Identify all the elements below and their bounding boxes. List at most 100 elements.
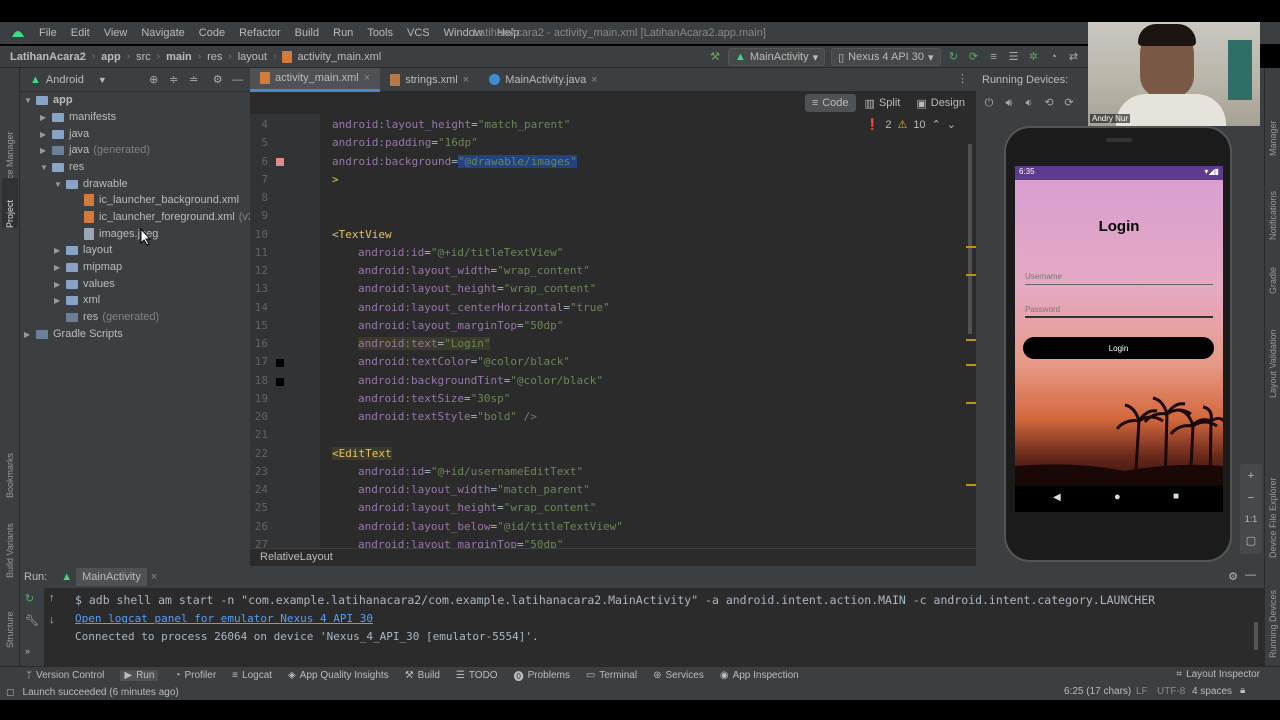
menu-code[interactable]: Code	[196, 27, 228, 39]
menu-tools[interactable]: Tools	[364, 27, 396, 39]
terminal-tab[interactable]: ▭ Terminal	[586, 670, 637, 681]
tab-activity-main-xml[interactable]: activity_main.xml ×	[250, 67, 381, 92]
wrench-icon[interactable]: 🔧︎	[25, 614, 39, 627]
tree-item-ic-launcher-background[interactable]: ic_launcher_background.xml	[84, 192, 239, 208]
crumb-res[interactable]: res	[207, 51, 222, 63]
code-mode-button[interactable]: ≡ Code	[804, 94, 856, 112]
volume-up-icon[interactable]: 🔊︎	[1002, 96, 1016, 110]
run-list-icon[interactable]: ≡	[987, 50, 1001, 64]
recents-icon[interactable]: ■	[1173, 491, 1179, 502]
tree-item-manifests[interactable]: ▶ manifests	[40, 109, 116, 125]
build-tab[interactable]: ⚒ Build	[405, 670, 440, 681]
minimize-icon[interactable]: —	[1245, 569, 1256, 581]
gear-icon[interactable]: ⚙	[1228, 570, 1238, 583]
menu-view[interactable]: View	[101, 27, 131, 39]
tree-item-java[interactable]: ▶ java	[40, 126, 89, 142]
zoom-out-icon[interactable]: −	[1248, 492, 1254, 504]
menu-run[interactable]: Run	[330, 27, 356, 39]
app-inspection-tab[interactable]: ◉ App Inspection	[720, 670, 799, 681]
gutter-color-swatch-icon[interactable]	[276, 359, 284, 368]
tree-item-gradle-scripts[interactable]: ▶ Gradle Scripts	[24, 326, 123, 342]
todo-tab[interactable]: ☰ TODO	[456, 670, 498, 681]
tree-item-values[interactable]: ▶ values	[54, 276, 115, 292]
tree-item-ic-launcher-foreground[interactable]: ic_launcher_foreground.xml(v24)	[84, 209, 264, 225]
run-tab[interactable]: ▶ Run	[120, 670, 159, 681]
layout-validation-tab[interactable]: Layout Validation	[1268, 330, 1278, 398]
line-separator[interactable]: LF	[1136, 686, 1148, 697]
volume-down-icon[interactable]: 🔉︎	[1022, 96, 1036, 110]
emulator-screen[interactable]: 6:35 ▾◢▮ Login Username Password Login ◀…	[1015, 166, 1223, 512]
debug-list-icon[interactable]: ☰	[1007, 50, 1021, 64]
tree-item-res-generated[interactable]: res (generated)	[54, 309, 159, 325]
arrow-up-icon[interactable]: ↑	[49, 592, 55, 604]
rerun-icon[interactable]: ↻	[25, 592, 34, 605]
more-tabs-icon[interactable]: ⋮	[957, 72, 968, 85]
run-config-tab[interactable]: MainActivity	[76, 568, 147, 586]
status-square-icon[interactable]: ▢	[6, 687, 15, 698]
crumb-project[interactable]: LatihanAcara2	[10, 51, 86, 63]
chevron-down-icon[interactable]: ▼	[98, 75, 107, 85]
crumb-file[interactable]: activity_main.xml	[297, 51, 381, 63]
layout-inspector-tab[interactable]: ⌗ Layout Inspector	[1176, 669, 1260, 680]
rotate-right-icon[interactable]: ⟳	[1062, 96, 1076, 110]
gutter-color-swatch-icon[interactable]	[276, 377, 284, 386]
split-mode-button[interactable]: ▥ Split	[858, 94, 908, 112]
crumb-app[interactable]: app	[101, 51, 121, 63]
gear-icon[interactable]: ⚙	[211, 73, 225, 87]
expand-all-icon[interactable]: ≑	[167, 73, 181, 87]
console-scrollbar[interactable]	[1254, 622, 1258, 650]
profiler-tab[interactable]: ◔ Profiler	[174, 670, 216, 681]
apply-changes-icon[interactable]: ⟳	[967, 50, 981, 64]
crumb-layout[interactable]: layout	[238, 51, 267, 63]
more-icon[interactable]: »	[25, 646, 30, 656]
back-icon[interactable]: ◀	[1053, 492, 1061, 503]
tree-item-drawable[interactable]: ▼ drawable	[54, 176, 128, 192]
username-edittext[interactable]: Username	[1025, 270, 1213, 285]
indent-setting[interactable]: 4 spaces	[1192, 686, 1232, 697]
close-icon[interactable]: ×	[151, 571, 157, 583]
menu-file[interactable]: File	[36, 27, 60, 39]
version-control-tab[interactable]: ᛘ Version Control	[26, 670, 104, 681]
target-icon[interactable]: ⊕	[147, 73, 161, 87]
hammer-icon[interactable]: ⚒	[708, 50, 722, 64]
tree-item-res[interactable]: ▼ res	[40, 159, 84, 175]
lock-icon[interactable]: 🔒︎	[1240, 685, 1245, 696]
tree-item-xml[interactable]: ▶ xml	[54, 292, 100, 308]
running-devices-tab[interactable]: Running Devices	[1268, 590, 1278, 658]
open-logcat-link[interactable]: Open logcat panel for emulator Nexus 4 A…	[75, 612, 373, 625]
file-encoding[interactable]: UTF-8	[1157, 686, 1185, 697]
tree-item-mipmap[interactable]: ▶ mipmap	[54, 259, 122, 275]
bookmarks-tab[interactable]: Bookmarks	[5, 453, 15, 498]
collapse-all-icon[interactable]: ≐	[187, 73, 201, 87]
debug-icon[interactable]: ✲	[1027, 50, 1041, 64]
project-view-select[interactable]: Android	[46, 74, 84, 86]
gradle-tab[interactable]: Gradle	[1268, 267, 1278, 294]
logcat-tab[interactable]: ≡ Logcat	[232, 670, 272, 681]
close-icon[interactable]: ×	[591, 74, 597, 86]
fit-screen-icon[interactable]: ▢	[1246, 534, 1256, 547]
login-button[interactable]: Login	[1023, 337, 1214, 359]
menu-navigate[interactable]: Navigate	[138, 27, 187, 39]
structure-tab[interactable]: Structure	[5, 611, 15, 648]
minimize-icon[interactable]: —	[231, 73, 245, 87]
tab-strings-xml[interactable]: strings.xml ×	[380, 68, 479, 92]
zoom-actual-size[interactable]: 1:1	[1245, 514, 1258, 524]
services-tab[interactable]: ⊛ Services	[653, 670, 704, 681]
menu-edit[interactable]: Edit	[68, 27, 93, 39]
close-icon[interactable]: ×	[364, 72, 370, 84]
status-message[interactable]: Launch succeeded (6 minutes ago)	[23, 687, 179, 698]
power-icon[interactable]: ⏻	[982, 96, 996, 110]
gutter-image-preview-icon[interactable]	[276, 157, 284, 166]
build-variants-tab[interactable]: Build Variants	[5, 523, 15, 578]
app-quality-insights-tab[interactable]: ◈ App Quality Insights	[288, 670, 389, 681]
zoom-in-icon[interactable]: +	[1248, 470, 1254, 482]
menu-refactor[interactable]: Refactor	[236, 27, 284, 39]
manager-tab[interactable]: Manager	[1268, 120, 1278, 156]
crumb-main[interactable]: main	[166, 51, 192, 63]
tab-mainactivity-java[interactable]: MainActivity.java ×	[479, 68, 608, 92]
password-edittext[interactable]: Password	[1025, 303, 1213, 318]
notifications-tab[interactable]: Notifications	[1268, 191, 1278, 240]
sync-icon[interactable]: ⇄	[1067, 50, 1081, 64]
home-icon[interactable]: ●	[1114, 491, 1121, 503]
profile-icon[interactable]: ◔	[1047, 50, 1061, 64]
